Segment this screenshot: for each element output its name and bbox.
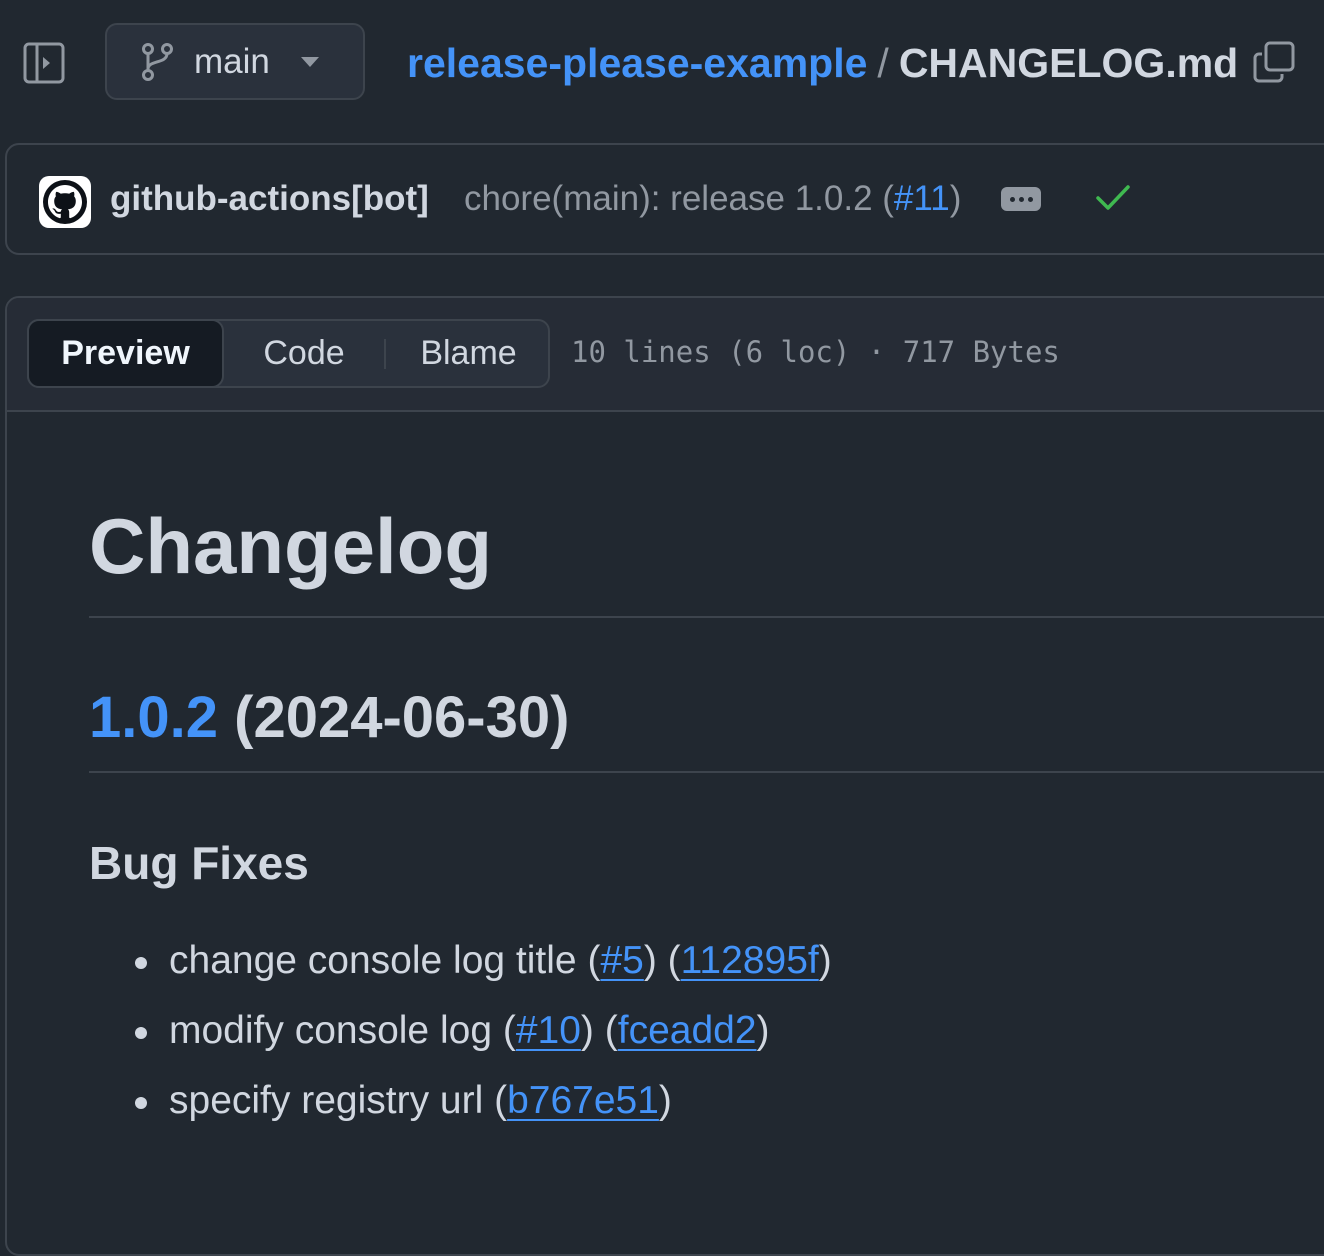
avatar[interactable] [39, 176, 91, 228]
pull-request-link[interactable]: #11 [894, 179, 950, 218]
file-viewer: Preview Code Blame 10 lines (6 loc) · 71… [5, 296, 1324, 1256]
repo-link[interactable]: release-please-example [407, 40, 867, 86]
sidebar-toggle-button[interactable] [22, 41, 66, 85]
copy-path-button[interactable] [1252, 40, 1296, 84]
ellipsis-dot [1009, 196, 1015, 202]
ellipsis-dot [1018, 196, 1024, 202]
check-icon[interactable] [1095, 183, 1131, 213]
list-item-text: ) ( [643, 939, 681, 982]
heading-divider [89, 616, 1324, 618]
commit-link[interactable]: fceadd2 [618, 1009, 757, 1052]
version-heading: 1.0.2 (2024-06-30) [89, 683, 569, 753]
tab-divider [384, 339, 386, 369]
commit-link[interactable]: b767e51 [507, 1079, 659, 1122]
bug-fix-list: change console log title (#5) (112895f) … [129, 938, 832, 1148]
breadcrumb: release-please-example / CHANGELOG.md [407, 38, 1238, 88]
section-heading: Bug Fixes [89, 837, 309, 889]
triangle-down-icon [300, 56, 320, 68]
breadcrumb-separator: / [877, 40, 889, 86]
list-item: change console log title (#5) (112895f) [129, 938, 832, 984]
sidebar-expand-icon [23, 42, 65, 84]
issue-link[interactable]: #10 [516, 1009, 581, 1052]
commit-message-suffix: ) [949, 179, 962, 218]
changelog-heading: Changelog [89, 502, 492, 590]
list-item: specify registry url (b767e51) [129, 1078, 832, 1124]
commit-link[interactable]: 112895f [681, 939, 819, 982]
ellipsis-dot [1027, 196, 1033, 202]
list-item-text: specify registry url ( [169, 1079, 508, 1122]
tab-blame[interactable]: Blame [387, 321, 550, 386]
ellipsis-icon[interactable] [1001, 187, 1041, 211]
file-name: CHANGELOG.md [898, 40, 1239, 86]
file-info: 10 lines (6 loc) · 717 Bytes [571, 335, 1060, 369]
git-branch-icon [140, 42, 174, 82]
heading-divider [89, 771, 1324, 773]
view-mode-tabs: Preview Code Blame [27, 319, 550, 388]
commit-author[interactable]: github-actions[bot] [110, 179, 429, 219]
github-mark-icon [43, 180, 87, 224]
list-item-text: ) [658, 1079, 672, 1122]
list-item-text: ) [756, 1009, 770, 1052]
issue-link[interactable]: #5 [600, 939, 643, 982]
tab-code[interactable]: Code [224, 321, 384, 386]
branch-selector-button[interactable]: main [105, 23, 365, 100]
release-date: (2024-06-30) [234, 685, 570, 750]
list-item-text: ) [818, 939, 832, 982]
commit-message-prefix: chore(main): release 1.0.2 ( [464, 179, 894, 218]
latest-commit-bar: github-actions[bot] chore(main): release… [5, 143, 1324, 255]
list-item-text: change console log title ( [169, 939, 601, 982]
copy-icon [1253, 41, 1295, 83]
version-link[interactable]: 1.0.2 [89, 685, 218, 750]
list-item-text: modify console log ( [169, 1009, 516, 1052]
file-header: Preview Code Blame 10 lines (6 loc) · 71… [7, 298, 1324, 412]
branch-name: main [194, 41, 270, 81]
tab-preview[interactable]: Preview [27, 319, 224, 388]
list-item-text: ) ( [580, 1009, 618, 1052]
commit-message[interactable]: chore(main): release 1.0.2 (#11) [464, 179, 961, 219]
list-item: modify console log (#10) (fceadd2) [129, 1008, 832, 1054]
